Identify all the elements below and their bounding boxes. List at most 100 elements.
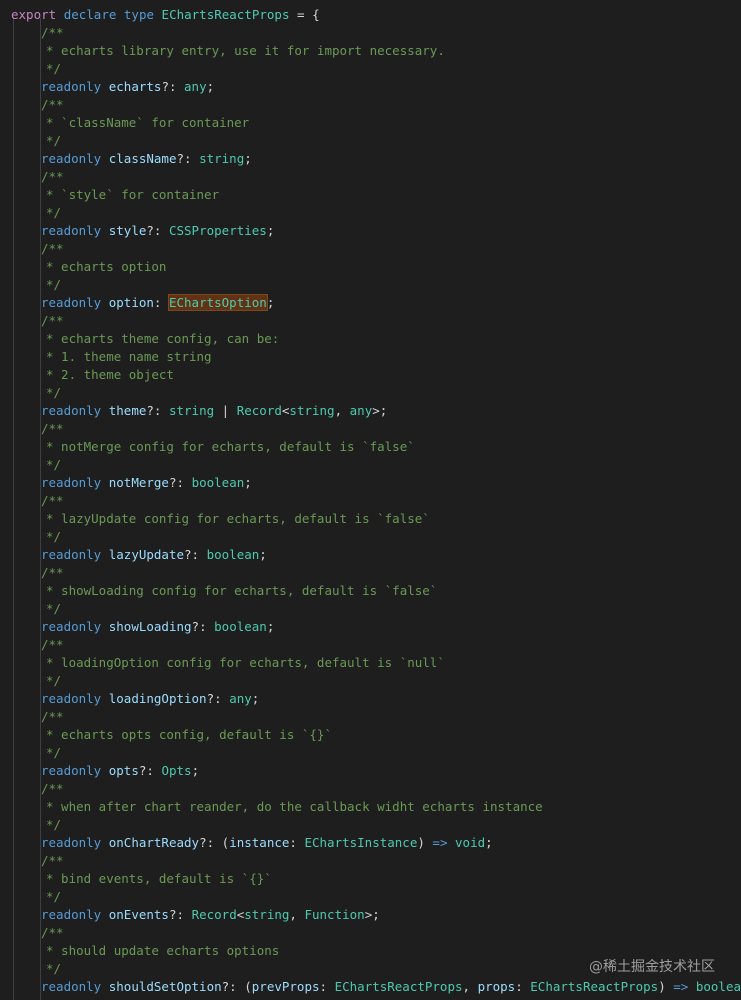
param-type: EChartsReactProps — [334, 979, 463, 994]
indent-guide — [13, 18, 14, 1000]
comment-line: /** — [41, 636, 64, 654]
semicolon: ; — [259, 547, 267, 562]
comment-line: * `style` for container — [46, 186, 219, 204]
optional-colon: ?: — [199, 835, 215, 850]
comment-close: */ — [46, 205, 62, 220]
comment-close: */ — [46, 277, 62, 292]
keyword-readonly: readonly — [41, 979, 102, 994]
param-name: instance — [229, 835, 290, 850]
code-editor[interactable]: export declare type EChartsReactProps = … — [0, 0, 741, 1000]
optional-colon: ?: — [206, 691, 222, 706]
field-declaration-className: readonly className?: string; — [41, 150, 252, 168]
comment-line: /** — [41, 708, 64, 726]
semicolon: ; — [485, 835, 493, 850]
property-type: string — [199, 151, 245, 166]
comment-line: * 2. theme object — [46, 366, 174, 384]
property-type: any — [229, 691, 252, 706]
property-type: EChartsOption — [167, 294, 268, 311]
param-colon: : — [515, 979, 523, 994]
paren-close: ) — [417, 835, 425, 850]
type-token: Function — [304, 907, 365, 922]
comment-open: /** — [41, 925, 64, 940]
optional-colon: ?: — [138, 763, 154, 778]
comment-text: * echarts option — [46, 259, 167, 274]
keyword-type: type — [123, 7, 155, 22]
optional-colon: ?: — [146, 403, 162, 418]
keyword-readonly: readonly — [41, 907, 102, 922]
comment-line: * bind events, default is `{}` — [46, 870, 272, 888]
comment-line: */ — [46, 132, 61, 150]
comment-line: */ — [46, 60, 61, 78]
property-name: opts — [108, 763, 139, 778]
comment-line: */ — [46, 384, 61, 402]
comment-line: */ — [46, 744, 61, 762]
property-type: CSSProperties — [168, 223, 267, 238]
semicolon: ; — [266, 223, 275, 238]
keyword-readonly: readonly — [41, 619, 102, 634]
comment-text: * should update echarts options — [46, 943, 280, 958]
property-type: boolean — [214, 619, 267, 634]
comment-text: * echarts theme config, can be: — [46, 331, 280, 346]
comment-line: * showLoading config for echarts, defaul… — [46, 582, 437, 600]
type-token: Record — [236, 403, 282, 418]
watermark: @稀土掘金技术社区 — [589, 959, 715, 975]
type-name: EChartsReactProps — [161, 7, 290, 22]
keyword-readonly: readonly — [41, 547, 102, 562]
keyword-readonly: readonly — [41, 151, 102, 166]
param-type: EChartsInstance — [304, 835, 418, 850]
field-declaration-echarts: readonly echarts?: any; — [41, 78, 214, 96]
comment-close: */ — [46, 889, 62, 904]
comment-line: * echarts library entry, use it for impo… — [46, 42, 445, 60]
comment-line: /** — [41, 420, 64, 438]
comment-text: * 2. theme object — [46, 367, 174, 382]
comment-line: /** — [41, 312, 64, 330]
comment-text: * `className` for container — [46, 115, 250, 130]
property-name: shouldSetOption — [108, 979, 222, 994]
property-name: onChartReady — [108, 835, 200, 850]
property-name: theme — [108, 403, 147, 418]
field-declaration-theme: readonly theme?: string | Record<string,… — [41, 402, 387, 420]
return-type: void — [455, 835, 486, 850]
comment-open: /** — [41, 565, 64, 580]
optional-colon: ?: — [221, 979, 237, 994]
type-token: string — [244, 907, 290, 922]
type-token: any — [349, 403, 373, 418]
comment-open: /** — [41, 25, 64, 40]
semicolon: ; — [251, 691, 260, 706]
type-punctuation: , — [334, 403, 343, 418]
comment-line: */ — [46, 528, 61, 546]
property-type: boolean — [191, 475, 245, 490]
comment-open: /** — [41, 637, 64, 652]
comment-line: /** — [41, 24, 64, 42]
comment-line: /** — [41, 852, 64, 870]
type-token: string — [168, 403, 215, 418]
keyword-export: export — [11, 7, 57, 22]
comment-close: */ — [46, 601, 62, 616]
comment-line: /** — [41, 924, 64, 942]
comment-line: * echarts theme config, can be: — [46, 330, 279, 348]
optional-colon: ?: — [168, 907, 185, 922]
optional-colon: ?: — [176, 151, 192, 166]
comment-line: */ — [46, 888, 61, 906]
comment-line: /** — [41, 780, 64, 798]
optional-colon: ?: — [168, 475, 185, 490]
field-declaration-shouldSetOption: readonly shouldSetOption?: (prevProps: E… — [41, 978, 741, 996]
comment-line: /** — [41, 240, 64, 258]
comment-line: /** — [41, 564, 64, 582]
field-declaration-lazyUpdate: readonly lazyUpdate?: boolean; — [41, 546, 267, 564]
comment-close: */ — [46, 673, 62, 688]
keyword-readonly: readonly — [41, 79, 102, 94]
comment-open: /** — [41, 421, 64, 436]
comment-line: /** — [41, 168, 64, 186]
field-declaration-opts: readonly opts?: Opts; — [41, 762, 199, 780]
field-declaration-showLoading: readonly showLoading?: boolean; — [41, 618, 274, 636]
comment-text: * when after chart reander, do the callb… — [46, 799, 543, 814]
param-comma: , — [462, 979, 471, 994]
open-brace: { — [312, 7, 320, 22]
optional-colon: ?: — [184, 547, 200, 562]
comment-open: /** — [41, 169, 64, 184]
comment-open: /** — [41, 313, 64, 328]
comment-line: */ — [46, 816, 61, 834]
property-name: echarts — [108, 79, 162, 94]
property-name: notMerge — [108, 475, 169, 490]
